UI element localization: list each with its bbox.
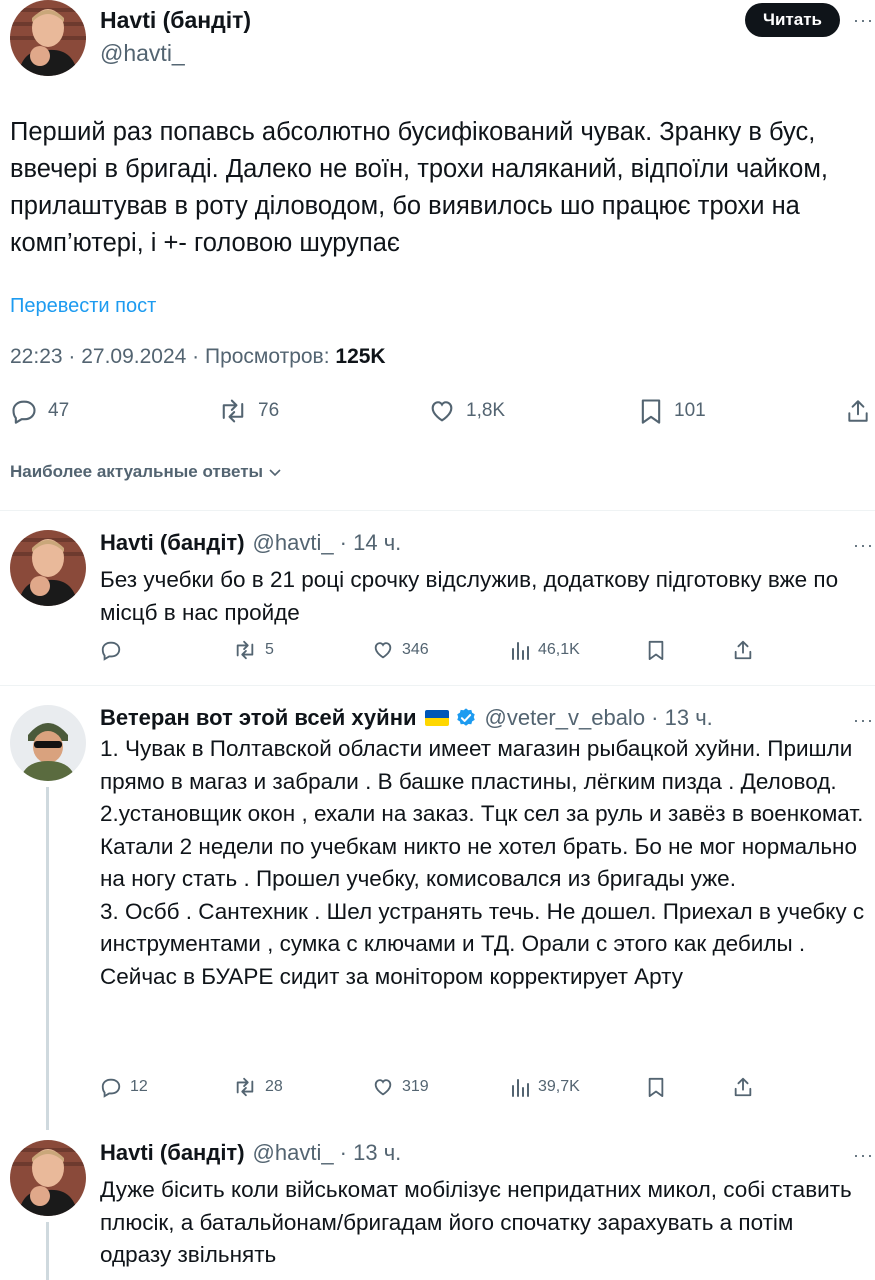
author-handle[interactable]: @veter_v_ebalo · 13 ч. bbox=[485, 705, 713, 731]
share-button[interactable] bbox=[732, 639, 754, 661]
author-handle[interactable]: @havti_ bbox=[100, 40, 185, 67]
retweet-icon bbox=[236, 640, 254, 660]
chevron-down-icon bbox=[269, 469, 281, 477]
reply-header: Ветеран вот этой всей хуйни @veter_v_eba… bbox=[100, 705, 713, 731]
more-options-icon[interactable]: ··· bbox=[853, 711, 874, 729]
share-icon bbox=[734, 640, 752, 660]
bookmark-icon bbox=[641, 399, 661, 424]
reply-actions: 12 28 319 39,7K bbox=[100, 1076, 760, 1100]
main-tweet: Havti (бандіт) @havti_ Читать ··· Перший… bbox=[0, 0, 875, 500]
ukraine-flag-icon bbox=[424, 710, 449, 726]
bookmark-button[interactable]: 101 bbox=[638, 397, 706, 425]
verified-badge-icon[interactable] bbox=[455, 707, 477, 729]
reply-button[interactable]: 47 bbox=[10, 397, 69, 425]
translate-link[interactable]: Перевести пост bbox=[10, 295, 156, 318]
author-name[interactable]: Havti (бандіт) bbox=[100, 7, 251, 34]
reply-icon bbox=[12, 400, 36, 424]
analytics-icon bbox=[512, 642, 529, 660]
share-button[interactable] bbox=[732, 1076, 754, 1098]
reply-icon bbox=[101, 641, 121, 661]
reply-paragraph: 1. Чувак в Полтавской области имеет мага… bbox=[100, 736, 853, 794]
reply-count: 12 bbox=[130, 1078, 148, 1095]
reply-text: 1. Чувак в Полтавской области имеет мага… bbox=[100, 733, 870, 993]
views-button[interactable]: 39,7K bbox=[510, 1076, 580, 1098]
view-count: 125K bbox=[335, 345, 386, 368]
author-handle[interactable]: @havti_ · 14 ч. bbox=[253, 530, 402, 556]
reply-paragraph: 3. Осбб . Сантехник . Шел устранять течь… bbox=[100, 898, 865, 989]
views-button[interactable]: 46,1K bbox=[510, 639, 580, 661]
reply-actions: 5 346 46,1K bbox=[100, 639, 760, 663]
like-button[interactable]: 1,8K bbox=[428, 397, 505, 425]
bookmark-button[interactable] bbox=[646, 639, 666, 661]
reply-count: 47 bbox=[48, 400, 70, 421]
heart-icon bbox=[374, 642, 392, 659]
retweet-count: 28 bbox=[265, 1078, 283, 1095]
thread-line bbox=[46, 1222, 49, 1280]
more-options-icon[interactable]: ··· bbox=[853, 536, 874, 554]
retweet-button[interactable]: 76 bbox=[218, 397, 279, 425]
share-icon bbox=[734, 1077, 752, 1097]
heart-icon bbox=[431, 401, 453, 422]
retweet-count: 5 bbox=[265, 641, 274, 658]
author-name[interactable]: Havti (бандіт) bbox=[100, 530, 245, 556]
timestamp[interactable]: 22:23 · 27.09.2024 · Просмотров: bbox=[10, 345, 335, 368]
author-name[interactable]: Ветеран вот этой всей хуйни bbox=[100, 705, 417, 731]
analytics-icon bbox=[512, 1079, 529, 1097]
bookmark-icon bbox=[648, 640, 664, 660]
view-count: 46,1K bbox=[538, 641, 580, 658]
reply-header: Havti (бандіт) @havti_ · 14 ч. bbox=[100, 530, 401, 556]
retweet-icon bbox=[222, 399, 244, 423]
retweet-count: 76 bbox=[258, 400, 280, 421]
share-button[interactable] bbox=[845, 397, 871, 425]
retweet-icon bbox=[236, 1077, 254, 1097]
thread-line bbox=[46, 787, 49, 1130]
reply-paragraph: 2.установщик окон , ехали на заказ. Тцк … bbox=[100, 801, 864, 891]
replies-sort-dropdown[interactable]: Наиболее актуальные ответы bbox=[10, 462, 283, 482]
reply-tweet[interactable]: Havti (бандіт) @havti_ · 13 ч. ··· Дуже … bbox=[0, 1130, 875, 1280]
avatar[interactable] bbox=[10, 705, 86, 781]
view-count: 39,7K bbox=[538, 1078, 580, 1095]
reply-header: Havti (бандіт) @havti_ · 13 ч. bbox=[100, 1140, 401, 1166]
reply-button[interactable]: 12 bbox=[100, 1076, 148, 1098]
heart-icon bbox=[374, 1079, 392, 1096]
divider bbox=[0, 510, 875, 511]
avatar[interactable] bbox=[10, 530, 86, 606]
more-options-icon[interactable]: ··· bbox=[853, 11, 874, 29]
like-button[interactable]: 319 bbox=[372, 1076, 429, 1098]
share-icon bbox=[848, 400, 868, 422]
author-name[interactable]: Havti (бандіт) bbox=[100, 1140, 245, 1166]
avatar[interactable] bbox=[10, 0, 86, 76]
reply-tweet[interactable]: Ветеран вот этой всей хуйни @veter_v_eba… bbox=[0, 695, 875, 1130]
retweet-button[interactable]: 28 bbox=[233, 1076, 283, 1098]
more-options-icon[interactable]: ··· bbox=[853, 1146, 874, 1164]
avatar[interactable] bbox=[10, 1140, 86, 1216]
reply-text: Дуже бісить коли військомат мобілізує не… bbox=[100, 1177, 852, 1267]
divider bbox=[0, 685, 875, 686]
like-button[interactable]: 346 bbox=[372, 639, 429, 661]
reply-tweet[interactable]: Havti (бандіт) @havti_ · 14 ч. ··· Без у… bbox=[0, 520, 875, 685]
like-count: 1,8K bbox=[466, 400, 506, 421]
like-count: 319 bbox=[402, 1078, 429, 1095]
bookmark-count: 101 bbox=[674, 400, 706, 421]
tweet-text: Перший раз попавсь абсолютно бусифікован… bbox=[10, 118, 828, 257]
tweet-meta: 22:23 · 27.09.2024 · Просмотров: 125K bbox=[10, 345, 386, 369]
reply-button[interactable] bbox=[100, 639, 130, 661]
reply-icon bbox=[101, 1078, 121, 1098]
like-count: 346 bbox=[402, 641, 429, 658]
bookmark-button[interactable] bbox=[646, 1076, 666, 1098]
sort-label: Наиболее актуальные ответы bbox=[10, 462, 264, 481]
reply-text: Без учебки бо в 21 році срочку відслужив… bbox=[100, 567, 839, 625]
bookmark-icon bbox=[648, 1077, 664, 1097]
retweet-button[interactable]: 5 bbox=[233, 639, 274, 661]
follow-button[interactable]: Читать bbox=[745, 3, 840, 37]
author-handle[interactable]: @havti_ · 13 ч. bbox=[253, 1140, 402, 1166]
